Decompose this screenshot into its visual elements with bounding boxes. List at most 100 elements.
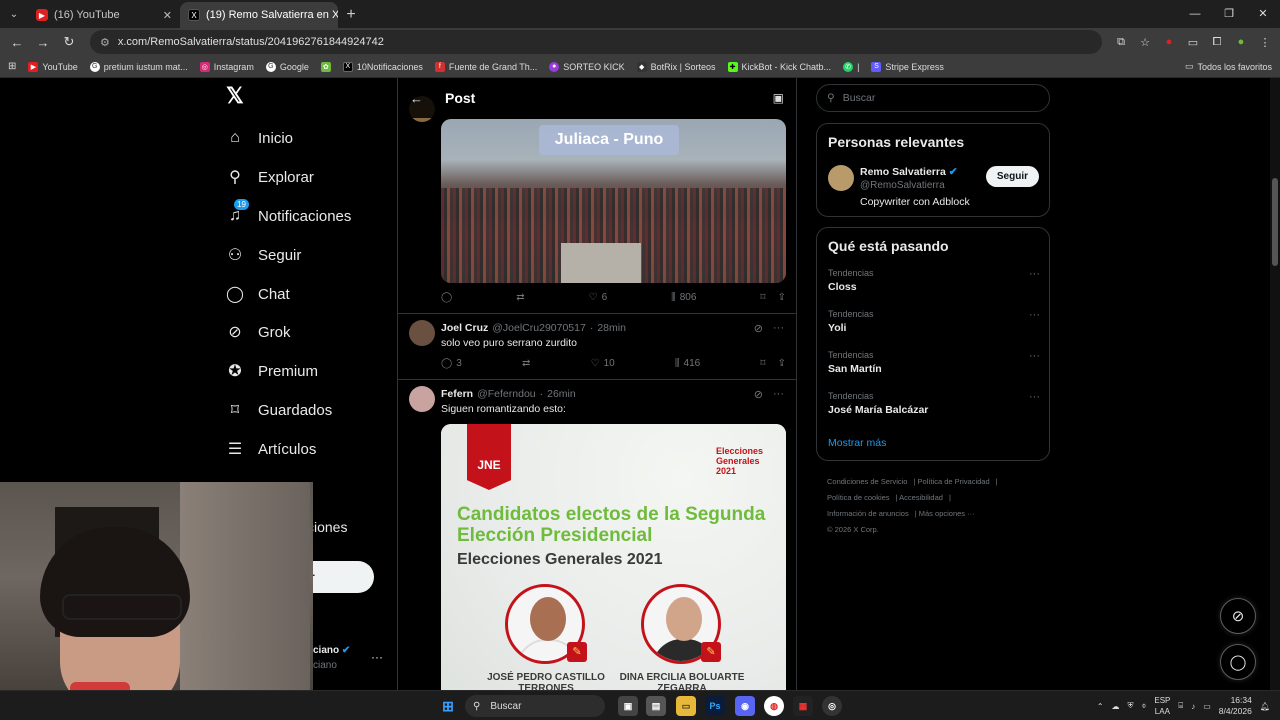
share-icon[interactable]: ⇪	[778, 292, 786, 303]
avatar[interactable]	[409, 386, 435, 412]
account-name-partial[interactable]: ciano ✔	[313, 645, 350, 656]
bookmark-icon[interactable]: ⌑	[760, 292, 765, 303]
tab-search-icon[interactable]: ⌄	[0, 0, 28, 28]
like-button[interactable]: ♡ 10	[591, 358, 615, 369]
cloud-icon[interactable]: ☁	[1112, 702, 1120, 711]
more-icon[interactable]: ···	[773, 322, 784, 335]
bookmark-whatsapp[interactable]: ✆ |	[843, 61, 859, 72]
bookmark-google[interactable]: G Google	[265, 61, 309, 72]
chevron-up-icon[interactable]: ⌃	[1097, 702, 1104, 711]
bookmark-youtube[interactable]: ▶ YouTube	[28, 61, 78, 72]
bookmarks-folder[interactable]: ▭ Todos los favoritos	[1185, 61, 1272, 72]
profile-avatar[interactable]: ●	[1232, 33, 1250, 51]
person-handle[interactable]: @RemoSalvatierra	[860, 180, 945, 191]
bookmark-kickbot[interactable]: ✚ KickBot - Kick Chatb...	[727, 61, 831, 72]
footer-link[interactable]: Política de Privacidad	[918, 477, 990, 486]
mic-icon[interactable]: ⌽	[1142, 701, 1147, 711]
bookmark-botrix[interactable]: ◆ BotRix | Sorteos	[636, 61, 716, 72]
taskbar-search[interactable]: ⚲ Buscar	[465, 695, 605, 717]
more-icon[interactable]: ···	[773, 388, 784, 401]
site-info-icon[interactable]: ⚙	[100, 36, 110, 49]
follow-button[interactable]: Seguir	[985, 166, 1039, 187]
back-arrow-icon[interactable]: ←	[410, 91, 423, 106]
photoshop-icon[interactable]: Ps	[705, 696, 725, 716]
trend-item[interactable]: Tendencias Yoli ···	[828, 309, 1040, 334]
more-icon[interactable]: ···	[1029, 268, 1040, 280]
more-icon[interactable]: ···	[1029, 309, 1040, 321]
new-tab-button[interactable]: +	[338, 2, 364, 28]
apps-icon[interactable]: ⊞	[8, 61, 16, 72]
notification-icon[interactable]: 🔔︎	[1260, 702, 1270, 711]
windows-start-icon[interactable]: ⊞	[438, 696, 458, 716]
more-icon[interactable]: ···	[1029, 350, 1040, 362]
extension-icon[interactable]: ●	[1160, 33, 1178, 51]
share-icon[interactable]: ⇪	[778, 358, 786, 369]
show-more-link[interactable]: Mostrar más	[828, 437, 886, 449]
bookmark-icon[interactable]: ⌑	[760, 358, 765, 369]
footer-link[interactable]: Accesibilidad	[899, 493, 943, 502]
chat-fab-icon[interactable]: ◯	[1220, 644, 1256, 680]
grok-fab-icon[interactable]: ⊘	[1220, 598, 1256, 634]
folder-icon[interactable]: ▭	[676, 696, 696, 716]
chrome-icon[interactable]: ◍	[764, 696, 784, 716]
bookmark-extension[interactable]: ✿	[320, 61, 331, 72]
close-window-button[interactable]: ✕	[1246, 0, 1280, 28]
menu-icon[interactable]: ⋮	[1256, 33, 1274, 51]
repost-icon[interactable]: ⇄	[522, 358, 530, 369]
extension-icon[interactable]: ▭	[1184, 33, 1202, 51]
puzzle-icon[interactable]: ⧠	[1208, 33, 1226, 51]
minimize-button[interactable]: —	[1178, 0, 1212, 28]
post-image-crowd[interactable]: Juliaca - Puno	[441, 119, 786, 283]
nav-item-seguir[interactable]: ⚇ Seguir	[226, 246, 302, 265]
bookmark-sorteo-kick[interactable]: ● SORTEO KICK	[549, 61, 625, 72]
app-icon[interactable]: ▤	[646, 696, 666, 716]
trend-item[interactable]: Tendencias José María Balcázar ···	[828, 391, 1040, 416]
restore-button[interactable]: ❐	[1212, 0, 1246, 28]
search-input[interactable]: ⚲ Buscar	[816, 84, 1050, 112]
nav-item-articulos[interactable]: ☰ Artículos	[226, 440, 317, 459]
tab-x-post[interactable]: X (19) Remo Salvatierra en X: "De ✕	[180, 2, 338, 28]
reload-icon[interactable]: ↻	[58, 31, 80, 53]
star-icon[interactable]: ☆	[1136, 33, 1154, 51]
nav-item-partial[interactable]: ciones	[307, 519, 347, 535]
bookmark-stripe[interactable]: S Stripe Express	[871, 61, 944, 72]
grok-icon[interactable]: ⊘	[754, 388, 763, 401]
close-icon[interactable]: ✕	[163, 9, 172, 22]
bookmark-pretium[interactable]: Gpretium iustum mat...	[89, 61, 188, 72]
page-scrollbar[interactable]	[1270, 78, 1280, 690]
nav-item-explorar[interactable]: ⚲ Explorar	[226, 168, 314, 187]
avatar[interactable]	[828, 165, 854, 191]
views-button[interactable]: ⫼ 806	[671, 292, 696, 303]
avatar[interactable]	[409, 320, 435, 346]
battery-icon[interactable]: ▭	[1203, 702, 1211, 711]
grok-icon[interactable]: ⊘	[754, 322, 763, 335]
reader-icon[interactable]: ▣	[773, 91, 784, 105]
footer-link[interactable]: Más opciones ···	[919, 509, 975, 518]
nav-item-premium[interactable]: ✪ Premium	[226, 362, 318, 381]
footer-link[interactable]: Información de anuncios	[827, 509, 909, 518]
discord-icon[interactable]: ◉	[735, 696, 755, 716]
tab-youtube[interactable]: ▶ (16) YouTube ✕	[28, 2, 180, 28]
reply-icon[interactable]: ◯	[441, 292, 452, 303]
like-button[interactable]: ♡ 6	[589, 292, 608, 303]
repost-icon[interactable]: ⇄	[516, 292, 524, 303]
footer-link[interactable]: Condiciones de Servicio	[827, 477, 907, 486]
nav-item-chat[interactable]: ◯ Chat	[226, 285, 290, 304]
obs-icon[interactable]: ◎	[822, 696, 842, 716]
nav-item-notificaciones[interactable]: ♫ 19 Notificaciones	[226, 199, 351, 225]
nav-item-guardados[interactable]: ⌑ Guardados	[226, 401, 332, 420]
footer-link[interactable]: Política de cookies	[827, 493, 890, 502]
bookmark-instagram[interactable]: ◎ Instagram	[199, 61, 254, 72]
trend-item[interactable]: Tendencias San Martín ···	[828, 350, 1040, 375]
post-image-election[interactable]: JNE Elecciones Generales 2021 Candidatos…	[441, 424, 786, 690]
address-bar[interactable]: ⚙ x.com/RemoSalvatierra/status/204196276…	[90, 30, 1102, 54]
volume-icon[interactable]: ♪	[1191, 702, 1195, 711]
back-icon[interactable]: ←	[6, 31, 28, 53]
network-icon[interactable]: ⌸	[1178, 701, 1183, 711]
security-icon[interactable]: ⛨	[1128, 701, 1134, 711]
bookmark-gta-source[interactable]: f Fuente de Grand Th...	[434, 61, 537, 72]
bookmark-10notificaciones[interactable]: X 10Notificaciones	[342, 61, 423, 72]
scroll-thumb[interactable]	[1272, 178, 1278, 266]
install-icon[interactable]: ⧉	[1112, 33, 1130, 51]
more-icon[interactable]: ···	[1029, 391, 1040, 403]
